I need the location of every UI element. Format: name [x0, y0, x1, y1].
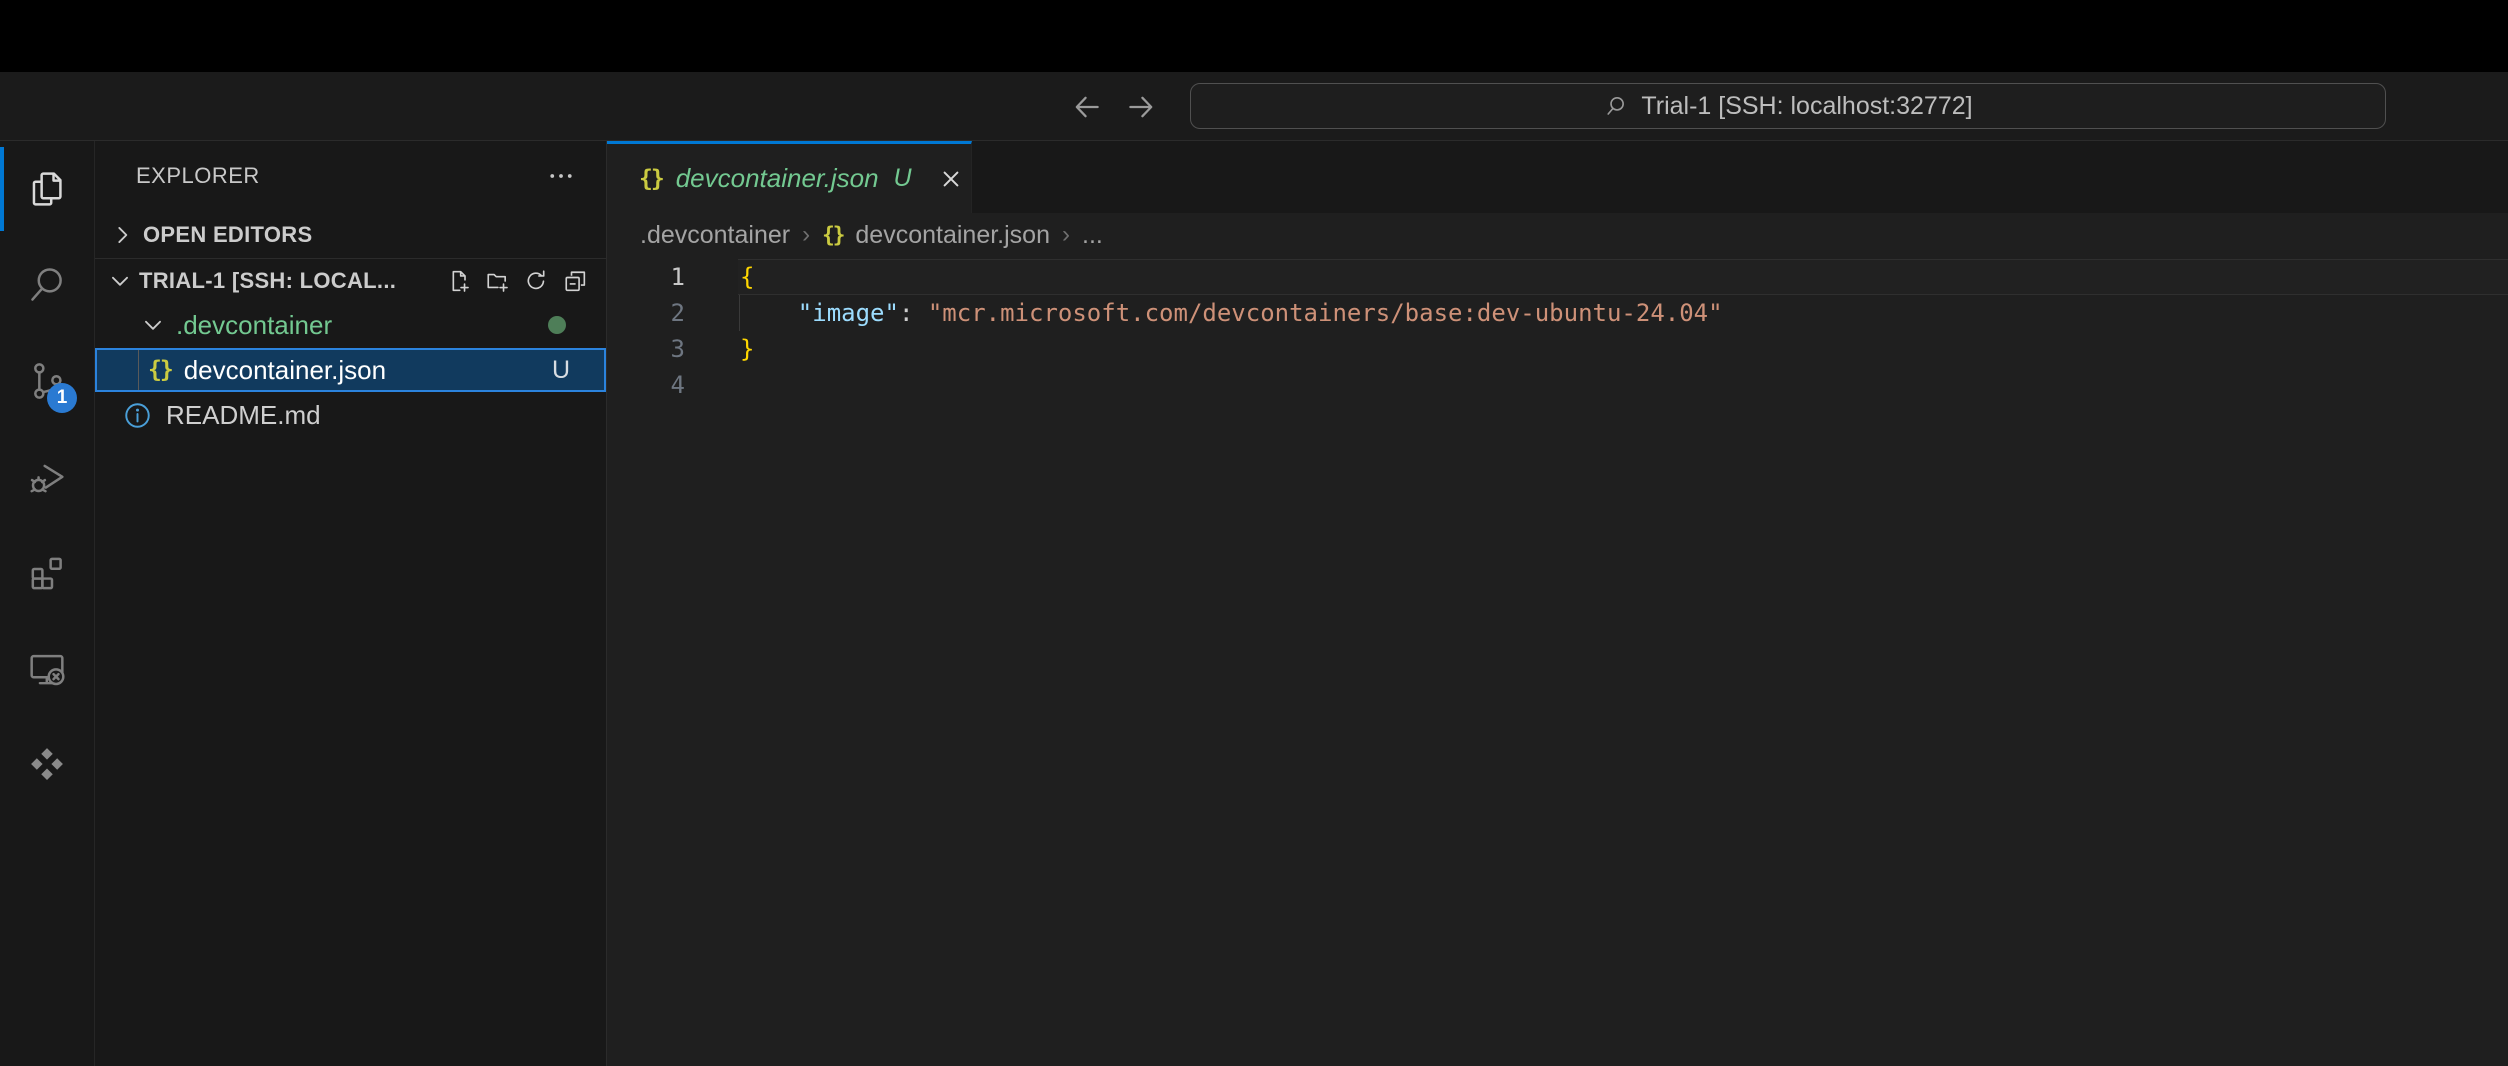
sidebar-title: EXPLORER: [136, 163, 260, 189]
activity-item-search[interactable]: [0, 237, 94, 333]
new-file-button[interactable]: [443, 266, 473, 296]
code-token: "image": [798, 299, 899, 327]
open-editors-section[interactable]: OPEN EDITORS: [95, 211, 606, 258]
code-line-1[interactable]: 1 {: [607, 259, 2508, 295]
explorer-more-actions-button[interactable]: [546, 161, 576, 191]
tab-git-badge: U: [894, 164, 912, 193]
vscode-window: Trial-1 [SSH: localhost:32772] 1: [0, 0, 2508, 1066]
activity-item-run-debug[interactable]: [0, 429, 94, 525]
activity-item-azure[interactable]: [0, 717, 94, 813]
top-black-strip: [0, 0, 2508, 72]
activity-item-explorer[interactable]: [0, 141, 94, 237]
sidebar-pane-header: EXPLORER: [95, 141, 606, 211]
tab-strip: {} devcontainer.json U: [607, 141, 2508, 213]
command-center-label: Trial-1 [SSH: localhost:32772]: [1641, 92, 1972, 121]
json-file-icon: {}: [148, 357, 172, 383]
tab-label: devcontainer.json: [676, 163, 879, 194]
code-token: :: [899, 299, 928, 327]
code-editor[interactable]: 1 { 2 "image": "mcr.microsoft.com/devcon…: [607, 257, 2508, 1066]
search-icon: [1603, 93, 1629, 119]
info-icon: [122, 400, 153, 431]
activity-item-extensions[interactable]: [0, 525, 94, 621]
file-name: README.md: [166, 400, 321, 431]
arrow-left-icon: [1070, 90, 1104, 124]
breadcrumb-separator-icon: ›: [802, 221, 810, 249]
tree-item-devcontainer-folder[interactable]: .devcontainer: [95, 302, 606, 348]
breadcrumb-item-symbol[interactable]: ...: [1082, 221, 1103, 250]
arrow-right-icon: [1124, 90, 1158, 124]
json-file-icon: {}: [639, 166, 663, 192]
close-icon: [937, 165, 965, 193]
chevron-right-icon: [109, 222, 135, 248]
code-line-3[interactable]: 3 }: [607, 331, 2508, 367]
collapse-folders-button[interactable]: [560, 266, 590, 296]
new-file-icon: [444, 267, 472, 295]
line-number[interactable]: 1: [607, 259, 685, 295]
search-icon: [24, 262, 70, 308]
editor-group: {} devcontainer.json U .devcontainer › {…: [607, 141, 2508, 1066]
nav-back-button[interactable]: [1066, 86, 1108, 128]
explorer-actions: [443, 266, 606, 296]
refresh-icon: [522, 267, 550, 295]
activity-item-remote-explorer[interactable]: [0, 621, 94, 717]
line-number[interactable]: 4: [607, 367, 685, 403]
tree-indent-guide: [138, 350, 139, 390]
titlebar: Trial-1 [SSH: localhost:32772]: [0, 72, 2508, 141]
refresh-explorer-button[interactable]: [521, 266, 551, 296]
code-token: "mcr.microsoft.com/devcontainers/base:de…: [928, 299, 1723, 327]
folder-name: .devcontainer: [176, 310, 332, 341]
diamond-grid-icon: [24, 742, 70, 788]
tab-close-button[interactable]: [933, 161, 969, 197]
remote-explorer-icon: [24, 646, 70, 692]
breadcrumb-item-file[interactable]: devcontainer.json: [855, 221, 1050, 250]
tab-devcontainer-json[interactable]: {} devcontainer.json U: [607, 141, 972, 213]
new-folder-icon: [483, 267, 511, 295]
extensions-icon: [24, 550, 70, 596]
chevron-down-icon: [140, 312, 166, 338]
ellipsis-icon: [546, 161, 576, 191]
command-center-search[interactable]: Trial-1 [SSH: localhost:32772]: [1190, 83, 2386, 129]
git-untracked-badge: U: [552, 356, 570, 385]
collapse-all-icon: [561, 267, 589, 295]
workspace-label: TRIAL-1 [SSH: LOCAL...: [139, 268, 396, 294]
new-folder-button[interactable]: [482, 266, 512, 296]
workspace-section-header[interactable]: TRIAL-1 [SSH: LOCAL...: [95, 258, 606, 302]
nav-forward-button[interactable]: [1120, 86, 1162, 128]
chevron-down-icon: [107, 268, 133, 294]
files-icon: [24, 166, 70, 212]
breadcrumb-separator-icon: ›: [1062, 221, 1070, 249]
breadcrumb: .devcontainer › {} devcontainer.json › .…: [607, 213, 2508, 257]
run-debug-icon: [24, 454, 70, 500]
code-token: }: [740, 335, 754, 363]
source-control-badge: 1: [47, 383, 77, 413]
line-number[interactable]: 2: [607, 295, 685, 331]
activity-item-source-control[interactable]: 1: [0, 333, 94, 429]
code-token: [740, 299, 798, 327]
tree-item-devcontainer-json[interactable]: {} devcontainer.json U: [95, 348, 606, 392]
code-line-2[interactable]: 2 "image": "mcr.microsoft.com/devcontain…: [607, 295, 2508, 331]
git-modified-dot: [548, 316, 566, 334]
breadcrumb-item-folder[interactable]: .devcontainer: [640, 221, 790, 250]
code-token: {: [740, 263, 754, 291]
json-file-icon: {}: [822, 223, 843, 247]
open-editors-label: OPEN EDITORS: [143, 222, 312, 248]
line-number[interactable]: 3: [607, 331, 685, 367]
tree-item-readme[interactable]: README.md: [95, 392, 606, 438]
file-name: devcontainer.json: [184, 355, 386, 386]
code-line-4[interactable]: 4: [607, 367, 2508, 403]
explorer-sidebar: EXPLORER OPEN EDITORS TRIAL-1 [SSH: LOCA…: [95, 141, 607, 1066]
activity-bar: 1: [0, 141, 95, 1066]
